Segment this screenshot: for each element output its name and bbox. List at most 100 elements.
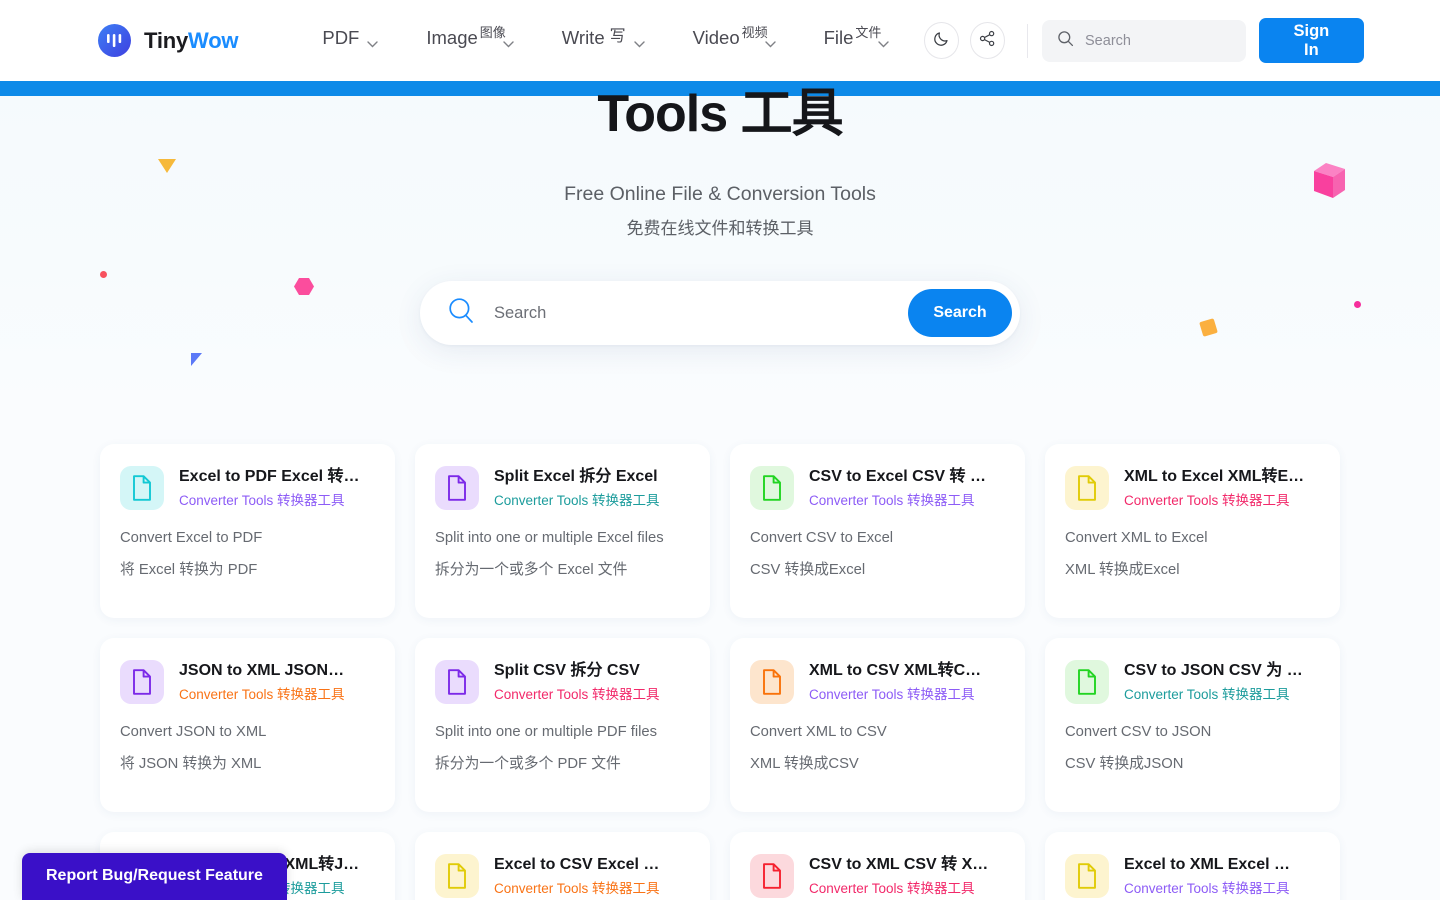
nav-item-video[interactable]: Video 视频 <box>669 29 800 52</box>
tool-card-title: Excel to XML Excel … <box>1124 855 1320 875</box>
tool-card[interactable]: CSV to Excel CSV 转 … Converter Tools 转换器… <box>730 444 1025 618</box>
dark-mode-toggle[interactable] <box>924 22 959 59</box>
tool-card-heading: CSV to JSON CSV 为 … Converter Tools 转换器工… <box>1124 660 1320 703</box>
tool-card-header: Split CSV 拆分 CSV Converter Tools 转换器工具 <box>435 660 690 704</box>
tool-card-title: CSV to Excel CSV 转 … <box>809 467 1005 487</box>
chevron-down-icon <box>878 33 889 52</box>
tool-card[interactable]: XML to Excel XML转E… Converter Tools 转换器工… <box>1045 444 1340 618</box>
tool-card-heading: XML to CSV XML转C… Converter Tools 转换器工具 <box>809 660 1005 703</box>
tool-card-category[interactable]: Converter Tools 转换器工具 <box>809 881 1005 897</box>
deco-triangle-blue <box>191 353 202 366</box>
chevron-down-icon <box>765 33 776 52</box>
tool-card-desc-en: Convert CSV to JSON <box>1065 722 1320 742</box>
chevron-down-icon <box>367 33 378 52</box>
chevron-down-icon <box>503 33 514 52</box>
tool-card[interactable]: Excel to PDF Excel 转… Converter Tools 转换… <box>100 444 395 618</box>
hero-subtitle-en: Free Online File & Conversion Tools <box>0 183 1440 206</box>
document-icon <box>750 660 794 704</box>
tool-card-title: Split Excel 拆分 Excel <box>494 467 690 487</box>
moon-icon <box>933 30 950 52</box>
document-icon <box>1065 466 1109 510</box>
tool-card-desc-zh: CSV 转换成Excel <box>750 560 1005 580</box>
tool-card-title: CSV to JSON CSV 为 … <box>1124 661 1320 681</box>
tool-card-heading: Excel to XML Excel … Converter Tools 转换器… <box>1124 854 1320 897</box>
tool-card-category[interactable]: Converter Tools 转换器工具 <box>179 493 375 509</box>
brand-name-accent: Wow <box>188 28 238 53</box>
tool-card-header: CSV to Excel CSV 转 … Converter Tools 转换器… <box>750 466 1005 510</box>
tool-card-desc-zh: 将 Excel 转换为 PDF <box>120 560 375 580</box>
tool-card-heading: Split CSV 拆分 CSV Converter Tools 转换器工具 <box>494 660 690 703</box>
chevron-down-icon <box>634 33 645 52</box>
page-title: Tools 工具 <box>0 81 1440 145</box>
tools-grid: Excel to PDF Excel 转… Converter Tools 转换… <box>100 416 1340 900</box>
nav-label-image-zh: 图像 <box>480 26 495 39</box>
nav-item-file[interactable]: File 文件 <box>800 29 914 52</box>
tool-card-desc-en: Convert XML to Excel <box>1065 528 1320 548</box>
nav-item-pdf[interactable]: PDF <box>298 29 402 52</box>
tool-card-heading: Excel to PDF Excel 转… Converter Tools 转换… <box>179 466 375 509</box>
tool-card-desc-en: Convert XML to CSV <box>750 722 1005 742</box>
report-bug-button[interactable]: Report Bug/Request Feature <box>22 853 287 900</box>
tool-card-category[interactable]: Converter Tools 转换器工具 <box>494 881 690 897</box>
tool-card-category[interactable]: Converter Tools 转换器工具 <box>1124 881 1320 897</box>
tool-card[interactable]: Split CSV 拆分 CSV Converter Tools 转换器工具 S… <box>415 638 710 812</box>
nav-label-video-en: Video <box>693 29 740 48</box>
header-divider <box>1027 24 1028 58</box>
deco-hexagon-pink <box>294 278 314 295</box>
nav-label-write-zh: 写 <box>610 29 626 45</box>
tool-card-title: CSV to XML CSV 转 X… <box>809 855 1005 875</box>
hero-search-button[interactable]: Search <box>908 289 1012 337</box>
tool-card-category[interactable]: Converter Tools 转换器工具 <box>494 687 690 703</box>
tool-card[interactable]: CSV to JSON CSV 为 … Converter Tools 转换器工… <box>1045 638 1340 812</box>
sign-in-button[interactable]: Sign In <box>1259 18 1365 63</box>
hero-search-field[interactable]: Search <box>448 297 908 329</box>
main-nav: PDF Image 图像 Write 写 Video 视频 <box>298 29 913 52</box>
tool-card-title: Excel to CSV Excel … <box>494 855 690 875</box>
tool-card-category[interactable]: Converter Tools 转换器工具 <box>809 687 1005 703</box>
nav-item-image[interactable]: Image 图像 <box>402 29 537 52</box>
brand-name: TinyWow <box>144 28 238 54</box>
tool-card-desc-en: Convert JSON to XML <box>120 722 375 742</box>
tool-card-title: Split CSV 拆分 CSV <box>494 661 690 681</box>
tool-card-category[interactable]: Converter Tools 转换器工具 <box>1124 687 1320 703</box>
brand-logo[interactable]: TinyWow <box>98 24 238 57</box>
nav-label-video-zh: 视频 <box>742 26 757 39</box>
tool-card-desc-en: Convert CSV to Excel <box>750 528 1005 548</box>
hero-subtitle-zh: 免费在线文件和转换工具 <box>0 214 1440 239</box>
tool-card-heading: XML to Excel XML转E… Converter Tools 转换器工… <box>1124 466 1320 509</box>
tool-card-category[interactable]: Converter Tools 转换器工具 <box>494 493 690 509</box>
nav-item-write[interactable]: Write 写 <box>538 29 669 52</box>
tool-card-desc-zh: XML 转换成Excel <box>1065 560 1320 580</box>
tool-card[interactable]: XML to CSV XML转C… Converter Tools 转换器工具 … <box>730 638 1025 812</box>
document-icon <box>435 854 479 898</box>
tool-card-desc-en: Split into one or multiple PDF files <box>435 722 690 742</box>
share-button[interactable] <box>970 22 1005 59</box>
deco-dot-pink <box>1354 301 1361 308</box>
tool-card-category[interactable]: Converter Tools 转换器工具 <box>809 493 1005 509</box>
tool-card-header: Split Excel 拆分 Excel Converter Tools 转换器… <box>435 466 690 510</box>
tool-card-desc-zh: XML 转换成CSV <box>750 754 1005 774</box>
site-header: TinyWow PDF Image 图像 Write 写 Video 视频 <box>0 0 1440 81</box>
tool-card[interactable]: Excel to XML Excel … Converter Tools 转换器… <box>1045 832 1340 900</box>
tool-card[interactable]: Excel to CSV Excel … Converter Tools 转换器… <box>415 832 710 900</box>
hero-search-bar[interactable]: Search Search <box>420 281 1020 345</box>
tool-card-desc-zh: CSV 转换成JSON <box>1065 754 1320 774</box>
hero-search-input[interactable]: Search <box>494 304 546 323</box>
tool-card-header: CSV to JSON CSV 为 … Converter Tools 转换器工… <box>1065 660 1320 704</box>
tool-card-heading: CSV to XML CSV 转 X… Converter Tools 转换器工… <box>809 854 1005 897</box>
tool-card[interactable]: Split Excel 拆分 Excel Converter Tools 转换器… <box>415 444 710 618</box>
tool-card[interactable]: JSON to XML JSON… Converter Tools 转换器工具 … <box>100 638 395 812</box>
tool-card-heading: Split Excel 拆分 Excel Converter Tools 转换器… <box>494 466 690 509</box>
tool-card-heading: CSV to Excel CSV 转 … Converter Tools 转换器… <box>809 466 1005 509</box>
header-search-input[interactable]: Search <box>1085 33 1131 49</box>
tool-card-category[interactable]: Converter Tools 转换器工具 <box>179 687 375 703</box>
document-icon <box>120 466 164 510</box>
header-search-box[interactable]: Search <box>1042 20 1246 62</box>
document-icon <box>435 466 479 510</box>
deco-dot-red <box>100 271 107 278</box>
tool-card-category[interactable]: Converter Tools 转换器工具 <box>1124 493 1320 509</box>
share-icon <box>979 30 996 52</box>
nav-label-image-en: Image <box>426 29 477 48</box>
tool-card-header: Excel to XML Excel … Converter Tools 转换器… <box>1065 854 1320 898</box>
tool-card[interactable]: CSV to XML CSV 转 X… Converter Tools 转换器工… <box>730 832 1025 900</box>
